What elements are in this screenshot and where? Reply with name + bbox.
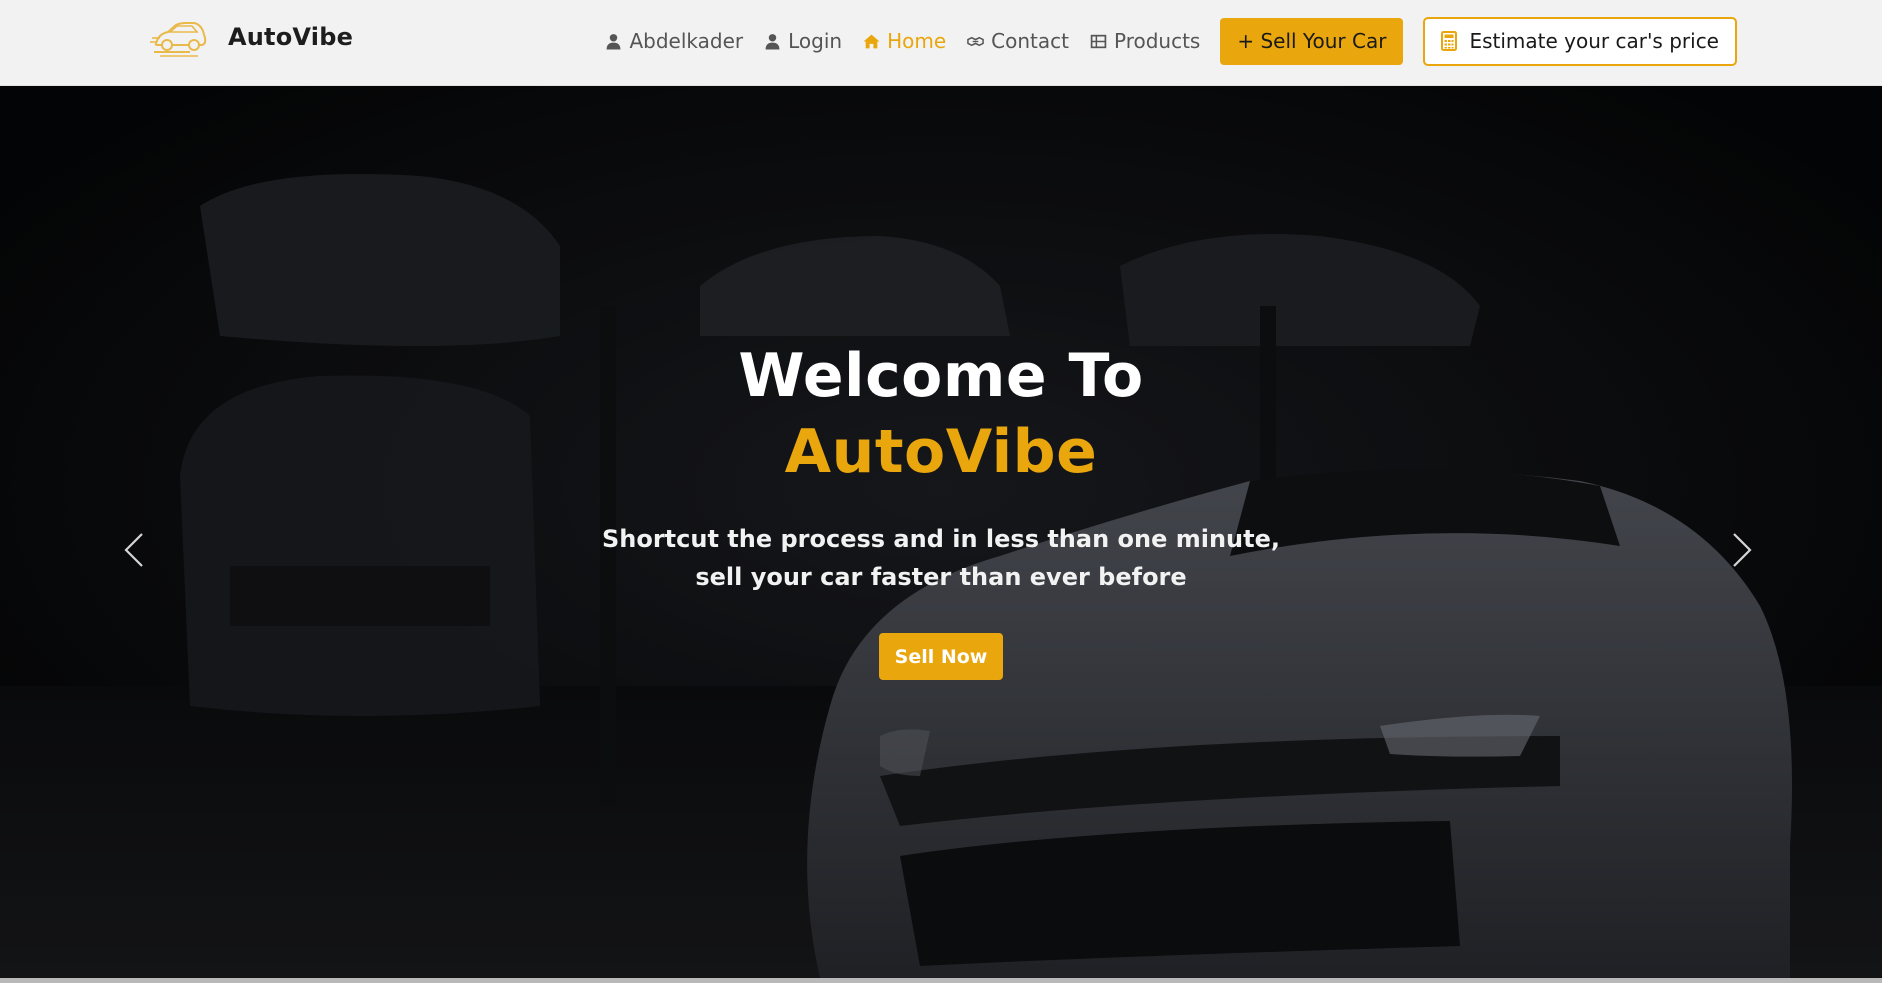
nav-item-user[interactable]: Abdelkader [605, 29, 743, 53]
hero-carousel: Welcome To AutoVibe Shortcut the process… [0, 86, 1882, 978]
user-icon [605, 33, 622, 50]
navbar: AutoVibe Abdelkader Login Home Contact P… [0, 0, 1882, 86]
page-divider [0, 978, 1882, 983]
estimate-price-label: Estimate your car's price [1469, 29, 1719, 53]
nav-login-label: Login [788, 29, 843, 53]
grid-icon [1090, 33, 1107, 50]
handshake-icon [967, 33, 984, 50]
brand-link[interactable]: AutoVibe [150, 14, 353, 60]
car-logo-icon [150, 14, 208, 60]
hero-subtitle-line1: Shortcut the process and in less than on… [601, 525, 1281, 553]
home-icon [863, 33, 880, 50]
hero-subtitle: Shortcut the process and in less than on… [541, 520, 1341, 596]
nav-home-label: Home [887, 29, 947, 53]
hero-subtitle-line2: sell your car faster than ever before [695, 563, 1187, 591]
calculator-icon [1441, 31, 1458, 51]
main-nav: Abdelkader Login Home Contact Products +… [605, 16, 1737, 66]
hero-title: Welcome To [738, 341, 1144, 411]
hero-title-brand: AutoVibe [784, 417, 1098, 487]
nav-item-products[interactable]: Products [1090, 29, 1200, 53]
estimate-price-button[interactable]: Estimate your car's price [1423, 16, 1737, 66]
nav-item-login[interactable]: Login [764, 29, 842, 53]
nav-item-home[interactable]: Home [863, 29, 946, 53]
hero-content: Welcome To AutoVibe Shortcut the process… [541, 338, 1341, 680]
sell-now-button[interactable]: Sell Now [878, 633, 1004, 680]
nav-products-label: Products [1113, 29, 1201, 53]
chevron-right-icon [1733, 533, 1752, 567]
user-icon [764, 33, 781, 50]
carousel-prev-button[interactable] [114, 520, 154, 580]
nav-item-contact[interactable]: Contact [967, 29, 1069, 53]
sell-your-car-button[interactable]: + Sell Your Car [1220, 17, 1404, 65]
carousel-next-button[interactable] [1722, 520, 1762, 580]
nav-contact-label: Contact [991, 29, 1069, 53]
brand-name: AutoVibe [228, 23, 354, 51]
chevron-left-icon [124, 533, 143, 567]
nav-user-label: Abdelkader [629, 29, 744, 53]
